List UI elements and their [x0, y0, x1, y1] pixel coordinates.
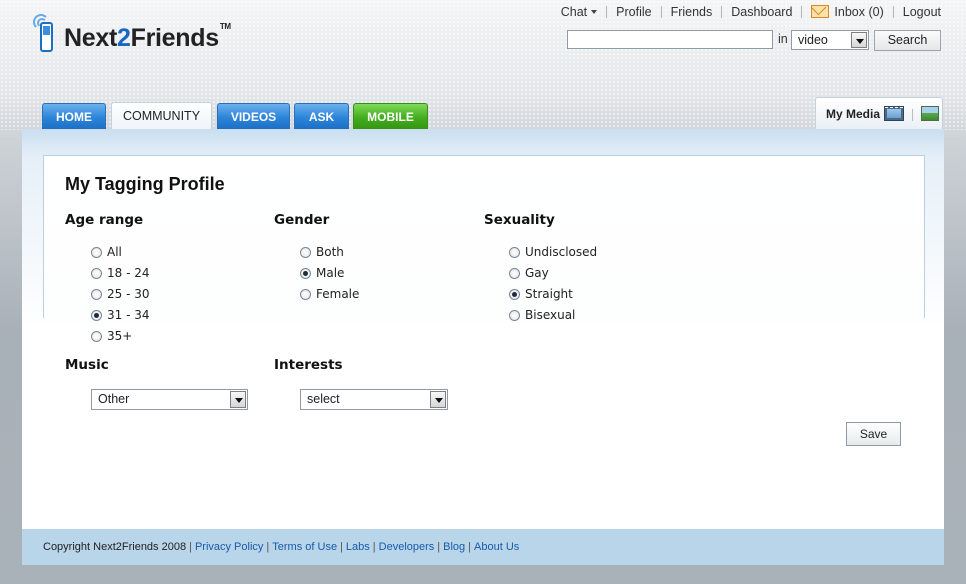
sexuality-option-straight[interactable]: Straight: [509, 287, 573, 301]
chevron-down-icon[interactable]: [851, 32, 867, 48]
friends-link[interactable]: Friends: [662, 5, 722, 19]
search-type-select[interactable]: video: [791, 30, 869, 50]
site-logo[interactable]: Next2FriendsTM: [32, 14, 231, 56]
footer-link-developers[interactable]: Developers: [379, 541, 435, 553]
radio-button[interactable]: [509, 267, 520, 279]
radio-button-selected[interactable]: [300, 267, 311, 279]
phone-icon: [32, 14, 54, 54]
footer-link-privacy[interactable]: Privacy Policy: [195, 541, 263, 553]
tab-videos[interactable]: VIDEOS: [217, 103, 290, 129]
interests-select-value: select: [307, 392, 340, 406]
age-option-31-34[interactable]: 31 - 34: [91, 308, 150, 322]
page-title: My Tagging Profile: [65, 174, 225, 194]
footer-link-labs[interactable]: Labs: [346, 541, 370, 553]
footer: Copyright Next2Friends 2008 | Privacy Poli…: [22, 529, 944, 565]
sexuality-option-bisexual[interactable]: Bisexual: [509, 308, 575, 322]
gender-option-female[interactable]: Female: [300, 287, 359, 301]
gender-option-both[interactable]: Both: [300, 245, 344, 259]
age-option-all[interactable]: All: [91, 245, 122, 259]
radio-button[interactable]: [509, 246, 520, 258]
tab-mobile[interactable]: MOBILE: [353, 103, 428, 129]
dashboard-link[interactable]: Dashboard: [722, 5, 801, 19]
radio-button[interactable]: [300, 288, 311, 300]
save-button[interactable]: Save: [846, 422, 901, 446]
music-select-value: Other: [98, 392, 130, 406]
interests-label: Interests: [274, 357, 343, 373]
radio-button[interactable]: [91, 246, 102, 258]
music-label: Music: [65, 357, 109, 373]
chat-link[interactable]: Chat: [552, 5, 606, 19]
music-select[interactable]: Other: [91, 389, 248, 410]
my-media-tab[interactable]: My Media: [815, 97, 943, 129]
chevron-down-icon[interactable]: [230, 391, 246, 408]
footer-link-about[interactable]: About Us: [474, 541, 519, 553]
radio-button[interactable]: [91, 330, 102, 342]
chevron-down-icon[interactable]: [430, 391, 446, 408]
photo-icon[interactable]: [921, 106, 939, 121]
search-button[interactable]: Search: [874, 30, 941, 51]
tab-home[interactable]: HOME: [42, 103, 106, 129]
sexuality-option-gay[interactable]: Gay: [509, 266, 549, 280]
interests-select[interactable]: select: [300, 389, 448, 410]
mail-icon: [811, 5, 830, 19]
logout-link[interactable]: Logout: [894, 5, 941, 19]
search-type-value: video: [798, 33, 828, 47]
gender-label: Gender: [274, 212, 330, 228]
search-input[interactable]: [567, 30, 773, 49]
gender-option-male[interactable]: Male: [300, 266, 344, 280]
footer-link-terms[interactable]: Terms of Use: [272, 541, 337, 553]
radio-button[interactable]: [91, 288, 102, 300]
radio-button[interactable]: [300, 246, 311, 258]
radio-button[interactable]: [509, 309, 520, 321]
top-navigation: Chat Profile Friends Dashboard Inbox (0)…: [552, 5, 941, 19]
inbox-link[interactable]: Inbox (0): [802, 5, 892, 19]
profile-link[interactable]: Profile: [607, 5, 660, 19]
age-option-18-24[interactable]: 18 - 24: [91, 266, 150, 280]
radio-button[interactable]: [91, 267, 102, 279]
content-panel: My Tagging Profile Age range All 18 - 24…: [22, 129, 944, 565]
search-in-label: in: [778, 32, 788, 46]
footer-link-blog[interactable]: Blog: [443, 541, 465, 553]
tab-community[interactable]: COMMUNITY: [111, 102, 212, 129]
age-option-25-30[interactable]: 25 - 30: [91, 287, 150, 301]
chevron-down-icon: [591, 9, 598, 14]
tab-ask[interactable]: ASK: [294, 103, 349, 129]
sexuality-option-undisclosed[interactable]: Undisclosed: [509, 245, 597, 259]
radio-button-selected[interactable]: [91, 309, 102, 321]
sexuality-label: Sexuality: [484, 212, 555, 228]
age-range-label: Age range: [65, 212, 144, 228]
radio-button-selected[interactable]: [509, 288, 520, 300]
copyright-text: Copyright Next2Friends 2008: [43, 541, 187, 553]
my-media-label: My Media: [826, 107, 881, 121]
age-option-35-plus[interactable]: 35+: [91, 329, 132, 343]
logo-text: Next2FriendsTM: [64, 22, 231, 52]
film-icon[interactable]: [884, 106, 904, 121]
divider: [912, 109, 913, 121]
